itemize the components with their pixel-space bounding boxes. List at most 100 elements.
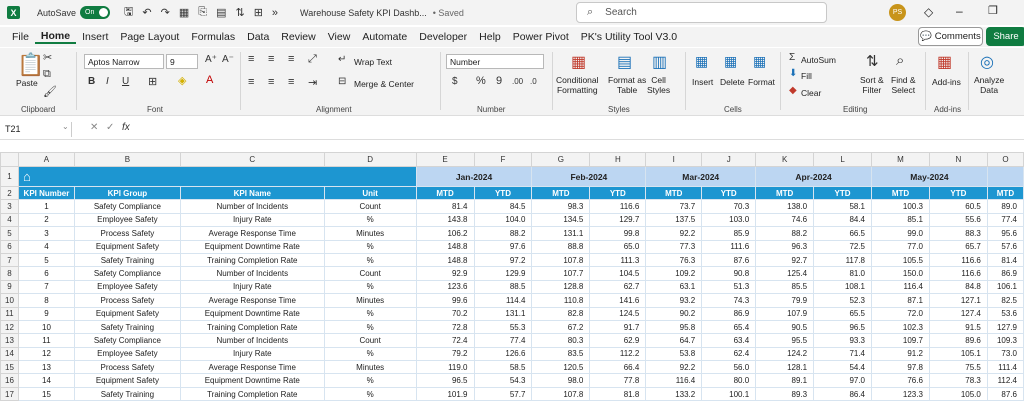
table-cell[interactable]: 124.5 — [589, 306, 647, 321]
table-cell[interactable]: 13 — [17, 360, 75, 375]
table-cell[interactable]: 98.0 — [531, 373, 591, 388]
row-header-2[interactable]: 2 — [0, 185, 19, 201]
table-cell[interactable]: 77.4 — [986, 212, 1024, 228]
table-cell[interactable]: 70.3 — [701, 199, 757, 214]
ytd-header[interactable]: YTD — [928, 185, 988, 201]
table-cell[interactable]: 99.8 — [589, 226, 647, 241]
table-cell[interactable]: 138.0 — [755, 199, 815, 214]
column-header-O[interactable]: O — [986, 152, 1024, 167]
row-header[interactable]: 6 — [0, 239, 19, 254]
table-cell[interactable]: 89.1 — [755, 373, 815, 388]
home-icon[interactable]: ⌂ — [23, 169, 31, 184]
fx-icon[interactable]: fx — [122, 122, 130, 133]
column-header-G[interactable]: G — [531, 152, 591, 167]
row-header[interactable]: 11 — [0, 306, 19, 321]
row-header[interactable]: 3 — [0, 199, 19, 214]
table-cell[interactable]: 137.5 — [645, 212, 703, 228]
tab-developer[interactable]: Developer — [413, 31, 473, 43]
table-cell[interactable]: 86.9 — [701, 306, 757, 321]
column-header-F[interactable]: F — [473, 152, 533, 167]
table-cell[interactable]: 93.2 — [645, 293, 703, 308]
table-cell[interactable]: 128.1 — [755, 360, 815, 375]
table-cell[interactable]: 123.6 — [415, 279, 475, 295]
table-cell[interactable]: 128.8 — [531, 279, 591, 295]
more-commands-icon[interactable]: » — [272, 7, 278, 19]
row-header-1[interactable]: 1 — [0, 166, 19, 187]
table-cell[interactable]: 81.4 — [415, 199, 475, 214]
kpi-name-header[interactable]: KPI Name — [179, 185, 325, 201]
table-cell[interactable]: 148.8 — [415, 252, 475, 268]
formula-input[interactable] — [147, 122, 1017, 137]
mtd-header[interactable]: MTD — [531, 185, 591, 201]
table-cell[interactable]: 97.8 — [871, 360, 930, 375]
table-cell[interactable]: 73.0 — [986, 346, 1024, 362]
table-cell[interactable]: 111.3 — [589, 252, 647, 268]
table-cell[interactable]: 106.2 — [415, 226, 475, 241]
kpi-group-header[interactable]: KPI Group — [73, 185, 181, 201]
column-header-M[interactable]: M — [871, 152, 930, 167]
table-cell[interactable]: 114.4 — [473, 293, 533, 308]
table-cell[interactable]: Employee Safety — [73, 279, 181, 295]
table-cell[interactable]: 124.2 — [755, 346, 815, 362]
comma-icon[interactable]: 9 — [496, 75, 502, 87]
tab-insert[interactable]: Insert — [76, 31, 114, 43]
row-header[interactable]: 8 — [0, 266, 19, 281]
table-cell[interactable]: % — [323, 319, 417, 335]
table-cell[interactable]: 51.3 — [701, 279, 757, 295]
table-cell[interactable]: 97.2 — [473, 252, 533, 268]
copy-icon[interactable]: ⧉ — [43, 68, 51, 81]
table-cell[interactable]: 79.2 — [415, 346, 475, 362]
table-cell[interactable]: % — [323, 306, 417, 321]
table-cell[interactable]: 105.1 — [928, 346, 988, 362]
table-cell[interactable]: 93.3 — [813, 333, 873, 348]
row-header[interactable]: 16 — [0, 373, 19, 388]
table-cell[interactable]: 96.5 — [415, 373, 475, 388]
comments-button[interactable]: 💬 Comments — [918, 27, 983, 46]
month-header[interactable]: May-2024 — [871, 166, 988, 187]
percent-icon[interactable]: % — [476, 75, 486, 87]
insert-cells-button[interactable]: Insert — [692, 77, 713, 87]
tab-page-layout[interactable]: Page Layout — [114, 31, 185, 43]
table-cell[interactable]: 90.5 — [755, 319, 815, 335]
home-button-cell[interactable]: ⌂ — [17, 166, 417, 187]
table-cell[interactable]: 126.6 — [473, 346, 533, 362]
table-cell[interactable]: Minutes — [323, 226, 417, 241]
table-cell[interactable]: Injury Rate — [179, 279, 325, 295]
table-cell[interactable]: 100.3 — [871, 199, 930, 214]
unit-header[interactable]: Unit — [323, 185, 417, 201]
table-cell[interactable]: 116.4 — [645, 373, 703, 388]
table-cell[interactable]: 87.6 — [701, 252, 757, 268]
table-cell[interactable]: 72.4 — [415, 333, 475, 348]
format-as-table-button[interactable]: Format as Table — [608, 75, 646, 95]
table-cell[interactable]: 88.2 — [755, 226, 815, 241]
column-header-K[interactable]: K — [755, 152, 815, 167]
ytd-header[interactable]: YTD — [473, 185, 533, 201]
table-cell[interactable]: 71.4 — [813, 346, 873, 362]
merge-center-button[interactable]: Merge & Center — [354, 79, 414, 89]
table-cell[interactable]: 89.0 — [986, 199, 1024, 214]
month-header[interactable]: Mar-2024 — [645, 166, 757, 187]
currency-icon[interactable]: $ — [452, 76, 458, 87]
table-cell[interactable]: 100.1 — [701, 386, 757, 402]
table-cell[interactable]: 76.6 — [871, 373, 930, 388]
tab-review[interactable]: Review — [275, 31, 321, 43]
table-cell[interactable]: 7 — [17, 279, 75, 295]
find-select-button[interactable]: Find & Select — [891, 75, 916, 95]
column-header-D[interactable]: D — [323, 152, 417, 167]
table-cell[interactable]: 63.1 — [645, 279, 703, 295]
decrease-decimal-icon[interactable]: .0 — [530, 77, 537, 86]
tab-view[interactable]: View — [322, 31, 357, 43]
column-header-H[interactable]: H — [589, 152, 647, 167]
table-cell[interactable]: 63.4 — [701, 333, 757, 348]
table-cell[interactable]: Equipment Safety — [73, 239, 181, 254]
italic-icon[interactable]: I — [106, 76, 109, 87]
decrease-font-icon[interactable]: A⁻ — [222, 54, 234, 65]
clear-button[interactable]: Clear — [801, 88, 821, 98]
table-cell[interactable]: 116.6 — [589, 199, 647, 214]
table-cell[interactable]: 86.4 — [813, 386, 873, 402]
wrap-text-button[interactable]: Wrap Text — [354, 57, 392, 67]
table-cell[interactable]: 106.1 — [986, 279, 1024, 295]
table-cell[interactable]: 76.3 — [645, 252, 703, 268]
paste-icon[interactable]: 📋 — [17, 52, 44, 78]
table-cell[interactable]: 91.2 — [871, 346, 930, 362]
